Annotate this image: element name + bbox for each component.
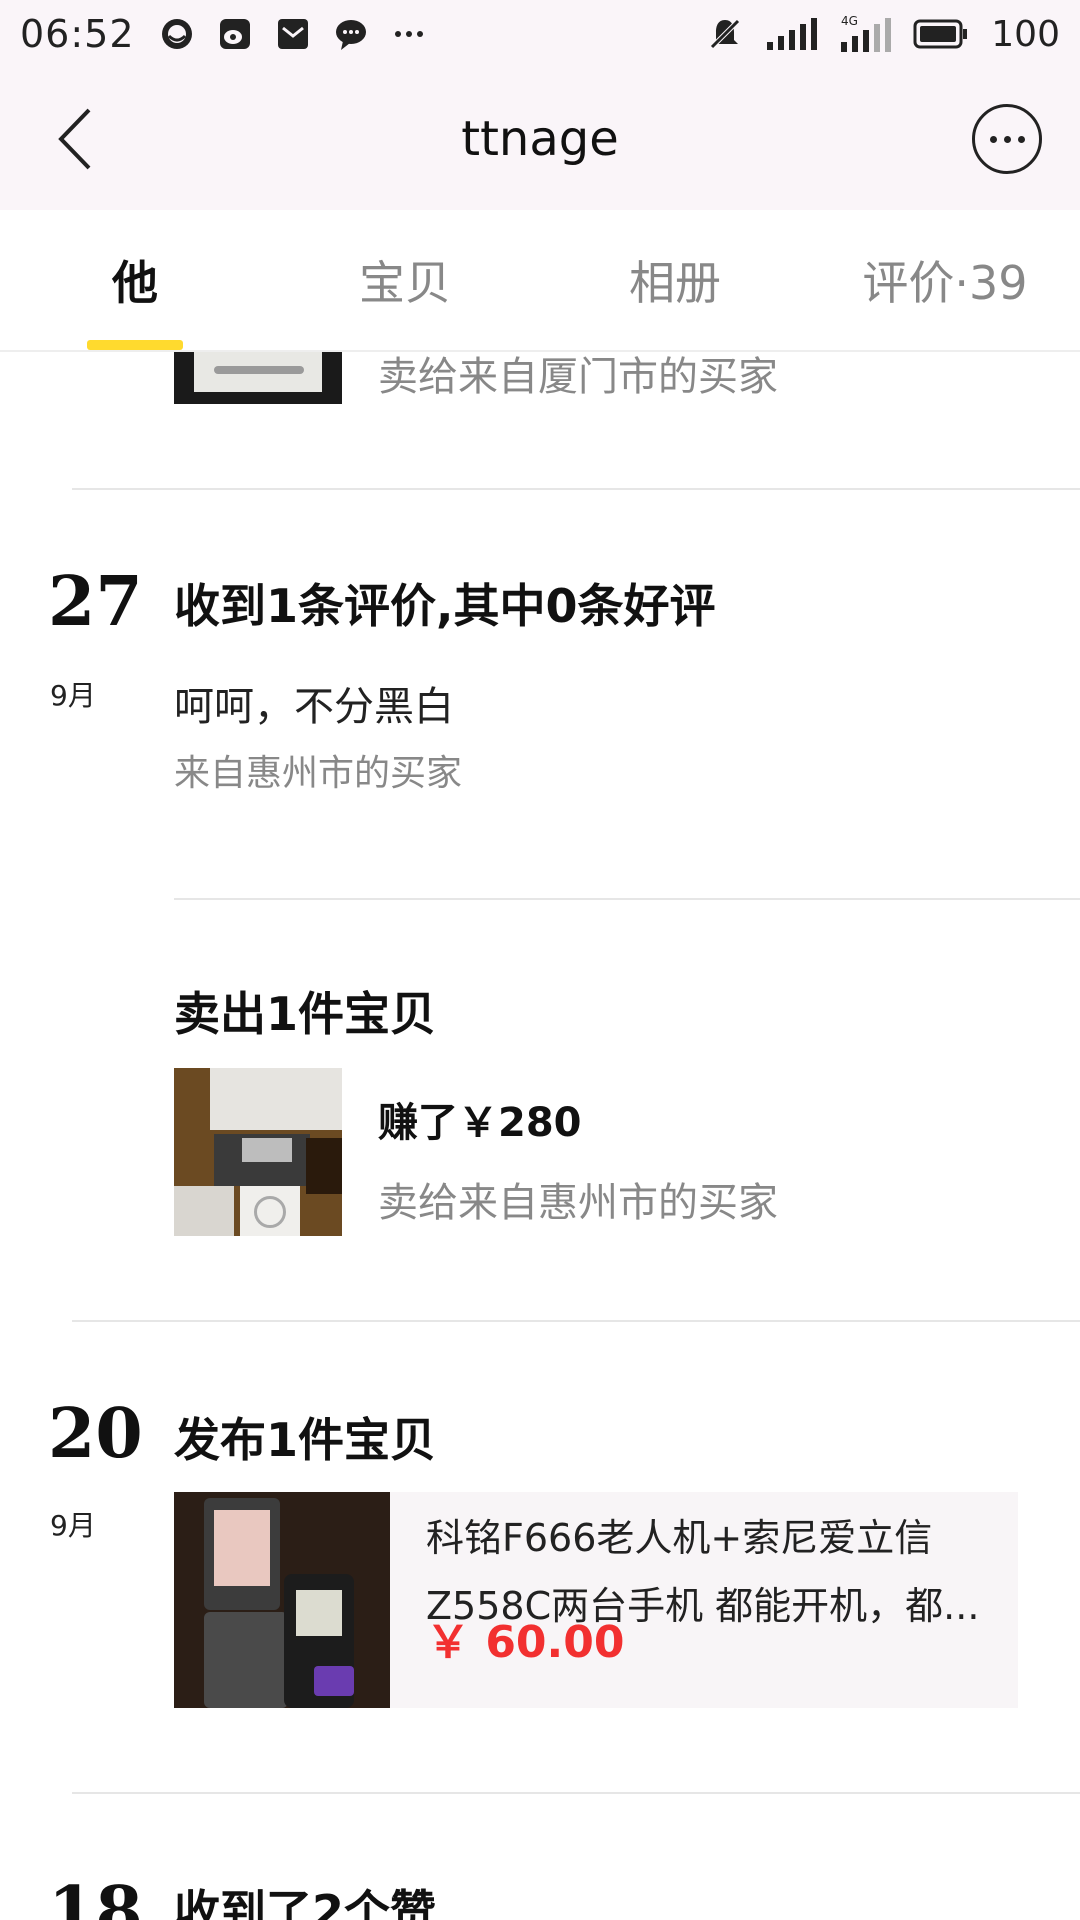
- chat-icon: [335, 20, 366, 50]
- android-logo-icon: [214, 366, 304, 374]
- product-price: ￥ 60.00: [426, 1617, 625, 1668]
- activity-feed: 卖给来自厦门市的买家 27 9月 收到1条评价,其中0条好评 呵呵，不分黑白 来…: [0, 352, 1080, 1920]
- day-number: 20: [48, 1394, 143, 1474]
- tab-label: 他: [112, 256, 158, 310]
- qq-icon: [161, 19, 192, 49]
- mail-icon: [277, 19, 308, 49]
- active-tab-indicator: [87, 340, 183, 350]
- review-source: 来自惠州市的买家: [174, 753, 463, 794]
- divider: [72, 1320, 1080, 1322]
- more-notifications-icon: [394, 31, 423, 37]
- more-dot-icon: [989, 135, 997, 143]
- more-dot-icon: [1017, 135, 1025, 143]
- svg-text:4G: 4G: [841, 14, 858, 28]
- mute-icon: [709, 18, 742, 50]
- divider: [174, 898, 1080, 900]
- tab-album[interactable]: 相册: [540, 210, 810, 350]
- day-number: 27: [48, 562, 143, 642]
- product-card[interactable]: 科铭F666老人机+索尼爱立信 Z558C两台手机 都能开机，都... ￥ 60…: [174, 1492, 1018, 1708]
- likes-title: 收到了2个赞: [174, 1885, 437, 1920]
- sale-title: 卖出1件宝贝: [174, 987, 437, 1041]
- sale-buyer-text: 卖给来自惠州市的买家: [378, 1180, 778, 1226]
- tab-label: 相册: [629, 256, 721, 310]
- divider: [72, 1792, 1080, 1794]
- month-label: 9月: [50, 1509, 96, 1542]
- more-options-button[interactable]: [972, 104, 1042, 174]
- nav-bar: ttnage: [0, 68, 1080, 210]
- sold-item-thumbnail[interactable]: [174, 352, 342, 404]
- tab-label: 宝贝: [359, 256, 451, 310]
- status-time: 06:52: [20, 12, 135, 56]
- weibo-icon: [219, 19, 250, 49]
- system-icons: 4G 100: [707, 14, 1060, 55]
- back-arrow-icon: [58, 108, 91, 170]
- battery-icon: [913, 19, 968, 49]
- day-number: 18: [48, 1872, 143, 1920]
- product-name-line1: 科铭F666老人机+索尼爱立信: [426, 1516, 933, 1560]
- sold-item-thumbnail[interactable]: [174, 1068, 342, 1236]
- tab-reviews[interactable]: 评价·39: [810, 210, 1080, 350]
- signal-icon: [767, 18, 818, 50]
- product-thumbnail: [174, 1492, 390, 1708]
- sold-buyer-text: 卖给来自厦门市的买家: [378, 354, 778, 400]
- tab-items[interactable]: 宝贝: [270, 210, 540, 350]
- publish-title: 发布1件宝贝: [174, 1413, 437, 1467]
- more-dot-icon: [1003, 135, 1011, 143]
- tab-label: 评价·39: [862, 256, 1028, 310]
- notification-icons: [159, 16, 427, 52]
- tab-him[interactable]: 他: [0, 210, 270, 350]
- battery-level: 100: [991, 13, 1060, 55]
- month-label: 9月: [50, 679, 96, 712]
- signal-4g-icon: 4G: [841, 14, 892, 52]
- profile-tabs: 他 宝贝 相册 评价·39: [0, 210, 1080, 352]
- status-bar: 06:52 4G 100: [0, 0, 1080, 68]
- review-content: 呵呵，不分黑白: [174, 684, 454, 730]
- back-button[interactable]: [40, 102, 110, 176]
- divider: [72, 488, 1080, 490]
- review-title: 收到1条评价,其中0条好评: [174, 579, 716, 633]
- page-title: ttnage: [461, 111, 619, 167]
- earned-amount: 赚了￥280: [378, 1100, 582, 1146]
